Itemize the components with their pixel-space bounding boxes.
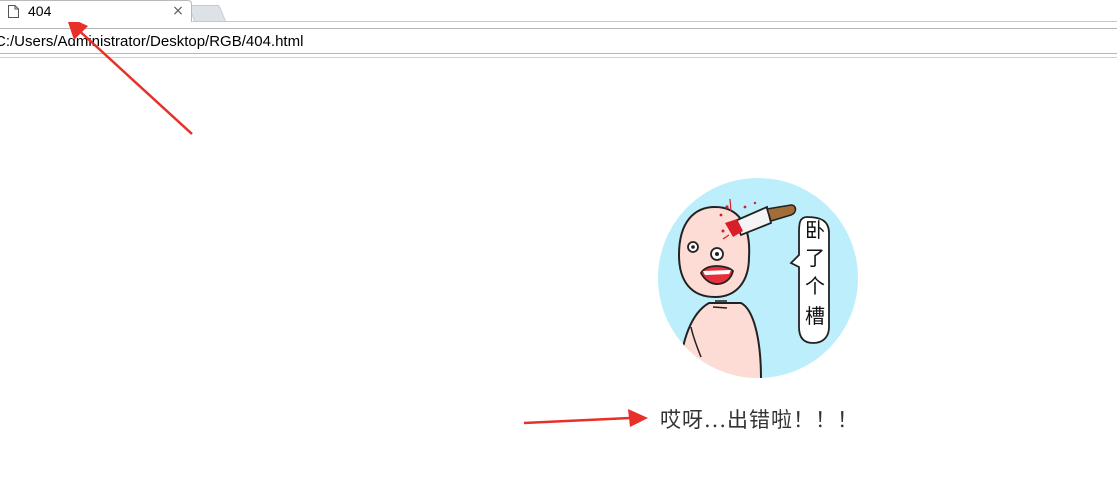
speech-char-2: 了 xyxy=(805,246,825,270)
page-icon xyxy=(8,5,19,18)
speech-char-3: 个 xyxy=(805,274,825,298)
toolbar-divider xyxy=(0,57,1117,58)
address-bar[interactable]: C:/Users/Administrator/Desktop/RGB/404.h… xyxy=(0,28,1117,54)
address-bar-url[interactable]: C:/Users/Administrator/Desktop/RGB/404.h… xyxy=(0,33,303,50)
error-illustration: 卧 了 个 槽 xyxy=(658,178,858,378)
tab-strip: 404 × xyxy=(0,0,1117,22)
tab-title: 404 xyxy=(28,3,52,19)
speech-char-1: 卧 xyxy=(805,218,825,242)
browser-toolbar: C:/Users/Administrator/Desktop/RGB/404.h… xyxy=(0,22,1117,59)
browser-tab[interactable]: 404 × xyxy=(0,0,192,22)
new-tab-button[interactable] xyxy=(187,5,226,21)
error-message: 哎呀...出错啦！！！ xyxy=(660,408,860,432)
speech-char-4: 槽 xyxy=(805,304,825,328)
tab-close-icon[interactable]: × xyxy=(171,2,185,20)
annotation-arrow-message xyxy=(523,409,648,427)
